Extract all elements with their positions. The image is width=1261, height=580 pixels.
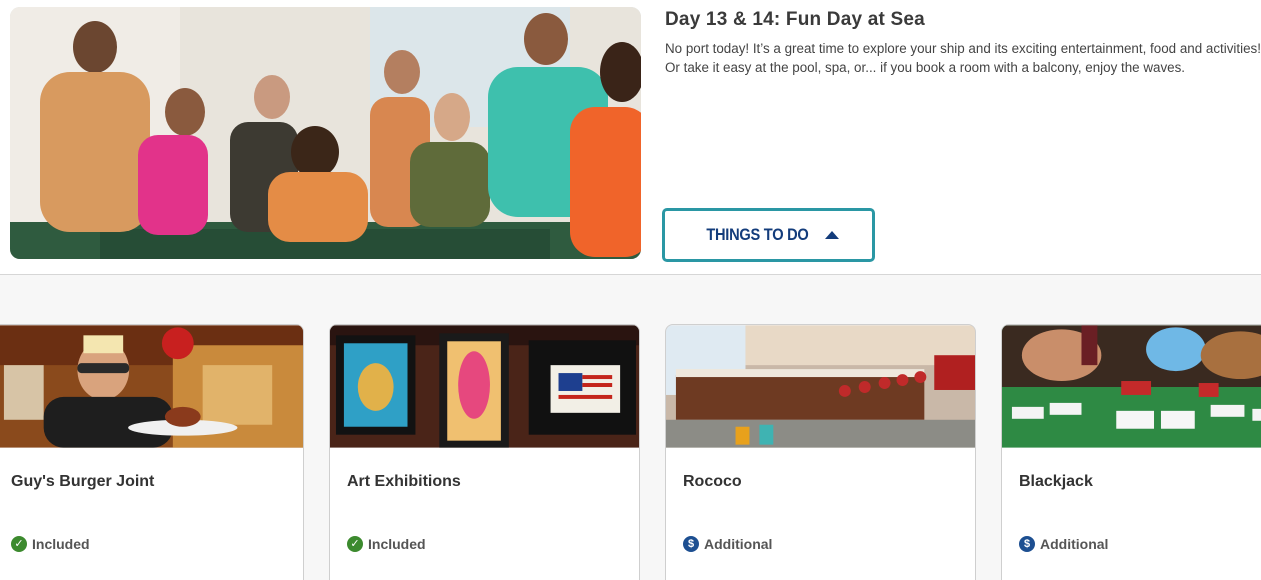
dollar-circle-icon: $ — [683, 536, 699, 552]
badge-label: Included — [368, 536, 426, 552]
activity-card-blackjack[interactable]: Blackjack $ Additional — [1001, 324, 1261, 580]
badge-label: Included — [32, 536, 90, 552]
things-to-do-button[interactable]: THINGS TO DO — [662, 208, 875, 262]
dollar-circle-icon: $ — [1019, 536, 1035, 552]
activity-title: Guy's Burger Joint — [11, 473, 155, 490]
check-circle-icon: ✓ — [11, 536, 27, 552]
activity-image-burger-joint — [0, 325, 303, 448]
activity-title: Art Exhibitions — [347, 473, 461, 490]
badge-label: Additional — [1040, 536, 1109, 552]
day-description: No port today! It’s a great time to expl… — [665, 41, 1261, 75]
additional-badge: $ Additional — [1019, 536, 1108, 552]
day-title: Day 13 & 14: Fun Day at Sea — [665, 9, 925, 30]
additional-badge: $ Additional — [683, 536, 772, 552]
activity-image-blackjack-table — [1002, 325, 1261, 448]
caret-up-icon — [824, 231, 839, 239]
included-badge: ✓ Included — [347, 536, 426, 552]
check-circle-icon: ✓ — [347, 536, 363, 552]
things-to-do-label: THINGS TO DO — [706, 225, 809, 244]
activity-card-rococo[interactable]: Rococo $ Additional — [665, 324, 976, 580]
hero-image-casino-guests — [10, 7, 641, 259]
activity-card-guys-burger-joint[interactable]: Guy's Burger Joint ✓ Included — [0, 324, 304, 580]
badge-label: Additional — [704, 536, 773, 552]
activity-card-art-exhibitions[interactable]: Art Exhibitions ✓ Included — [329, 324, 640, 580]
activity-image-rococo-bar — [666, 325, 975, 448]
activity-title: Rococo — [683, 473, 742, 490]
included-badge: ✓ Included — [11, 536, 90, 552]
activity-title: Blackjack — [1019, 473, 1093, 490]
activity-image-art — [330, 325, 639, 448]
